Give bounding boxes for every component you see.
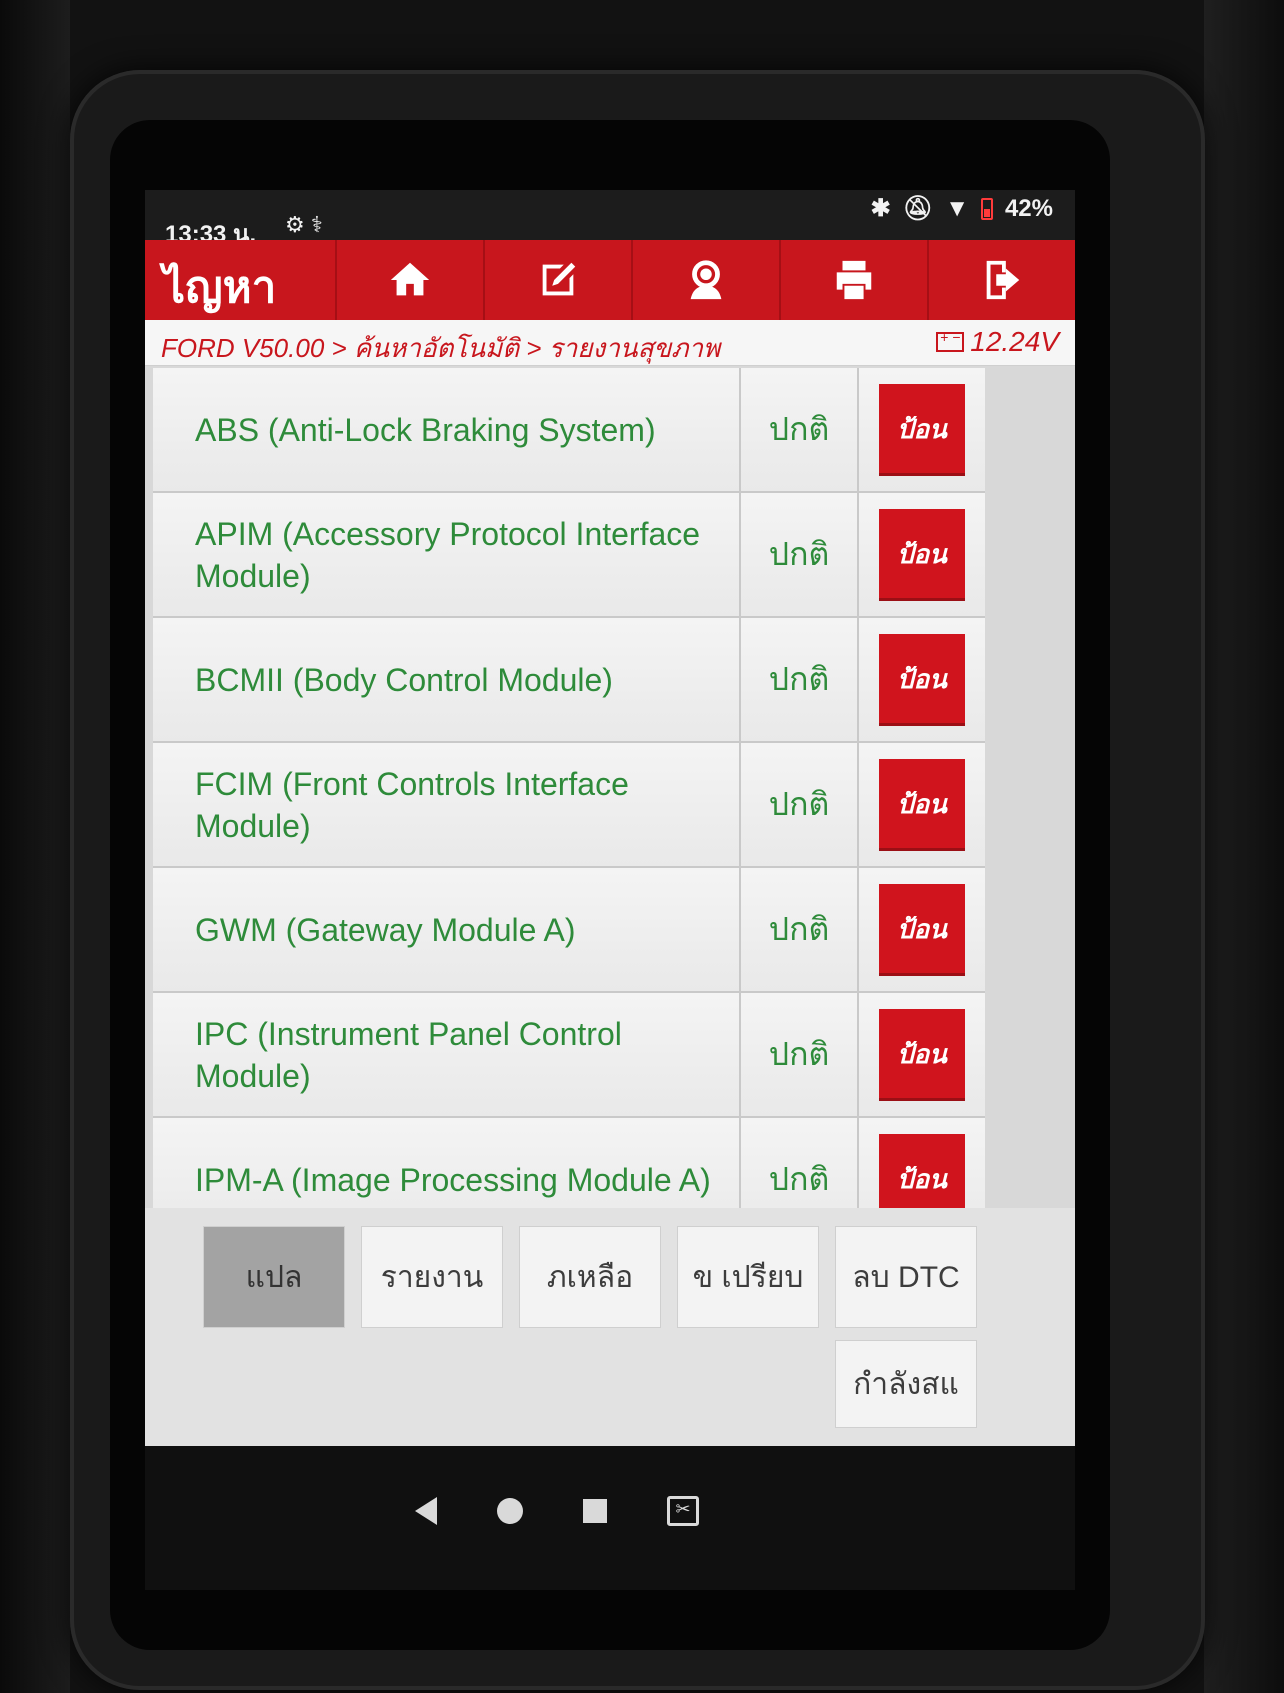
edit-icon <box>542 262 576 296</box>
table-row: APIM (Accessory Protocol Interface Modul… <box>153 493 985 618</box>
module-status: ปกติ <box>741 993 859 1116</box>
enter-button[interactable]: ป้อน <box>879 508 965 601</box>
report-button[interactable]: รายงาน <box>361 1226 503 1328</box>
module-name: IPM-A (Image Processing Module A) <box>153 1118 741 1208</box>
status-right-group: ✱ 🔕︎ ▼ 42% <box>871 194 1053 223</box>
voltage-value: 12.24V <box>970 326 1059 357</box>
module-name: FCIM (Front Controls Interface Module) <box>153 743 741 866</box>
recent-apps-icon[interactable] <box>583 1499 607 1523</box>
status-notification-icons: ⚙ ⚕ <box>285 212 323 237</box>
bottom-action-bar: แปล รายงาน ภเหลือ ข เปรียบ ลบ DTC กำลังส… <box>145 1208 1075 1446</box>
edit-button[interactable] <box>483 240 631 320</box>
table-row: BCMII (Body Control Module) ปกติ ป้อน <box>153 618 985 743</box>
table-row: IPM-A (Image Processing Module A) ปกติ ป… <box>153 1118 985 1208</box>
page-title: ไญหา <box>163 263 277 312</box>
home-button[interactable] <box>335 240 483 320</box>
clear-dtc-button[interactable]: ลบ DTC <box>835 1226 977 1328</box>
table-row: IPC (Instrument Panel Control Module) ปก… <box>153 993 985 1118</box>
toolbar <box>335 240 1075 320</box>
module-name: BCMII (Body Control Module) <box>153 618 741 741</box>
app-header: ไญหา <box>145 240 1075 320</box>
table-row: GWM (Gateway Module A) ปกติ ป้อน <box>153 868 985 993</box>
mute-icon: 🔕︎ <box>902 195 934 222</box>
enter-button[interactable]: ป้อน <box>879 383 965 476</box>
screenshot-icon[interactable]: ✂ <box>667 1496 699 1526</box>
enter-button[interactable]: ป้อน <box>879 758 965 851</box>
home-icon <box>390 262 430 296</box>
module-status: ปกติ <box>741 868 859 991</box>
module-list: ABS (Anti-Lock Braking System) ปกติ ป้อน… <box>153 368 985 1208</box>
enter-button[interactable]: ป้อน <box>879 1133 965 1208</box>
support-icon <box>690 260 722 300</box>
support-button[interactable] <box>631 240 779 320</box>
print-button[interactable] <box>779 240 927 320</box>
bluetooth-icon: ✱ <box>870 195 891 222</box>
device-screen: 13:33 น. ⚙ ⚕ ✱ 🔕︎ ▼ 42% ไญหา FORD V50.00… <box>145 190 1075 1590</box>
exit-icon <box>986 260 1020 300</box>
wifi-icon: ▼ <box>945 194 969 222</box>
status-bar: 13:33 น. ⚙ ⚕ ✱ 🔕︎ ▼ 42% <box>145 190 1075 248</box>
enter-button[interactable]: ป้อน <box>879 883 965 976</box>
scanning-button[interactable]: กำลังสแ <box>835 1340 977 1428</box>
enter-button[interactable]: ป้อน <box>879 633 965 726</box>
module-status: ปกติ <box>741 618 859 741</box>
nav-buttons: ✂ <box>415 1496 699 1526</box>
enter-button[interactable]: ป้อน <box>879 1008 965 1101</box>
module-status: ปกติ <box>741 368 859 491</box>
bottom-button-row: แปล รายงาน ภเหลือ ข เปรียบ ลบ DTC <box>203 1226 977 1328</box>
module-status: ปกติ <box>741 1118 859 1208</box>
print-icon <box>836 260 872 300</box>
help-button[interactable]: ภเหลือ <box>519 1226 661 1328</box>
module-name: APIM (Accessory Protocol Interface Modul… <box>153 493 741 616</box>
table-row: ABS (Anti-Lock Braking System) ปกติ ป้อน <box>153 368 985 493</box>
home-nav-icon[interactable] <box>497 1498 523 1524</box>
android-nav-bar: ✂ <box>145 1446 1075 1590</box>
translate-button[interactable]: แปล <box>203 1226 345 1328</box>
module-name: IPC (Instrument Panel Control Module) <box>153 993 741 1116</box>
table-row: FCIM (Front Controls Interface Module) ป… <box>153 743 985 868</box>
battery-icon <box>980 197 993 220</box>
module-status: ปกติ <box>741 493 859 616</box>
breadcrumb-path: FORD V50.00 > ค้นหาอัตโนมัติ > รายงานสุข… <box>161 333 721 363</box>
exit-button[interactable] <box>927 240 1075 320</box>
battery-voltage-icon <box>936 329 965 352</box>
module-name: GWM (Gateway Module A) <box>153 868 741 991</box>
compare-button[interactable]: ข เปรียบ <box>677 1226 819 1328</box>
module-status: ปกติ <box>741 743 859 866</box>
back-icon[interactable] <box>415 1497 437 1525</box>
voltage-readout: 12.24V <box>936 326 1059 358</box>
module-name: ABS (Anti-Lock Braking System) <box>153 368 741 491</box>
battery-percent: 42% <box>1004 194 1053 222</box>
photo-background-right <box>1204 0 1284 1693</box>
breadcrumb: FORD V50.00 > ค้นหาอัตโนมัติ > รายงานสุข… <box>145 320 1075 366</box>
photo-background-left <box>0 0 70 1693</box>
